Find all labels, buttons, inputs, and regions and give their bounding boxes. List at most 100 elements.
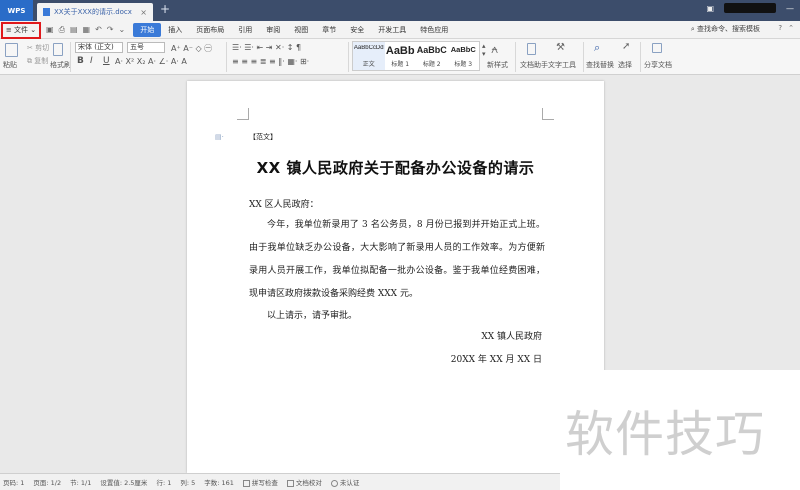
document-addressee: XX 区人民政府： bbox=[249, 200, 319, 210]
cursor-icon[interactable]: ➚ bbox=[622, 41, 630, 52]
paragraph-layout-icon[interactable]: ▤· bbox=[215, 133, 225, 141]
menu-tab-view[interactable]: 视图 bbox=[287, 23, 315, 37]
copy-button[interactable]: ⧉ 复制 bbox=[27, 56, 48, 66]
menu-tab-developer[interactable]: 开发工具 bbox=[371, 23, 413, 37]
cut-label: 剪切 bbox=[35, 44, 50, 52]
find-replace-button[interactable]: 查找替换 bbox=[586, 60, 614, 70]
style-heading-3-name: 标题 3 bbox=[454, 61, 473, 68]
style-heading-3[interactable]: AaBbC 标题 3 bbox=[448, 42, 480, 70]
status-column[interactable]: 列: 5 bbox=[180, 477, 195, 487]
select-button[interactable]: 选择 bbox=[618, 60, 632, 70]
format-painter-button[interactable]: 格式刷 bbox=[50, 60, 71, 70]
certification-status[interactable]: 未认证 bbox=[330, 477, 360, 487]
spell-check-label: 拼写检查 bbox=[251, 479, 278, 487]
ribbon-separator bbox=[70, 42, 71, 72]
menu-tab-insert[interactable]: 插入 bbox=[161, 23, 189, 37]
ribbon-separator bbox=[348, 42, 349, 72]
ribbon-toolbar: 粘贴 ✂ 剪切 ⧉ 复制 格式刷 宋体 (正文) 五号 A⁺ A⁻ ◇ ㊀ B … bbox=[0, 39, 800, 75]
style-normal-sample: AaBbCcDd bbox=[353, 45, 384, 51]
format-painter-icon[interactable] bbox=[53, 43, 63, 56]
export-pdf-icon[interactable]: ▦ bbox=[83, 25, 91, 35]
status-setting-value[interactable]: 设置值: 2.5厘米 bbox=[100, 477, 147, 487]
print-preview-icon[interactable]: ▤ bbox=[70, 25, 78, 35]
doc-check-button[interactable]: 文档校对 bbox=[286, 477, 322, 487]
margin-corner-top-left bbox=[237, 108, 249, 120]
spell-check-button[interactable]: 拼写检查 bbox=[242, 477, 278, 487]
style-heading-1[interactable]: AaBb 标题 1 bbox=[385, 42, 417, 70]
ribbon-separator bbox=[583, 42, 584, 72]
status-section[interactable]: 节: 1/1 bbox=[70, 477, 91, 487]
align-icons[interactable]: ≡ ≡ ≡ ≣ ≡ ‖· ▦· ⊞· bbox=[232, 57, 309, 66]
menu-tab-home[interactable]: 开始 bbox=[133, 22, 162, 37]
document-page[interactable]: ▤· 【范文】 XX 镇人民政府关于配备办公设备的请示 XX 区人民政府： 今年… bbox=[187, 81, 604, 473]
menu-tab-references[interactable]: 引用 bbox=[231, 23, 259, 37]
doc-helper-button[interactable]: 文档助手 bbox=[520, 60, 548, 70]
wrench-icon[interactable]: ⚒ bbox=[556, 42, 565, 53]
italic-button[interactable]: I bbox=[90, 56, 93, 66]
style-heading-2[interactable]: AaBbC 标题 2 bbox=[416, 42, 448, 70]
help-icon[interactable]: ? bbox=[778, 24, 782, 32]
menu-tab-review[interactable]: 审阅 bbox=[259, 23, 287, 37]
status-row[interactable]: 行: 1 bbox=[156, 477, 171, 487]
style-heading-1-sample: AaBb bbox=[385, 45, 415, 57]
status-word-count[interactable]: 字数: 161 bbox=[204, 477, 234, 487]
save-icon[interactable]: ▣ bbox=[46, 25, 54, 35]
doc-check-icon bbox=[286, 479, 294, 487]
dropdown-icon[interactable]: ⌄ bbox=[119, 25, 126, 35]
undo-icon[interactable]: ↶ bbox=[95, 25, 102, 35]
new-style-icon[interactable]: ⍲ bbox=[491, 42, 498, 57]
menu-tab-page-layout[interactable]: 页面布局 bbox=[189, 23, 231, 37]
print-icon[interactable]: ⎙ bbox=[59, 25, 65, 35]
word-doc-icon bbox=[43, 8, 50, 16]
menu-tab-features[interactable]: 特色应用 bbox=[413, 23, 455, 37]
cut-button[interactable]: ✂ 剪切 bbox=[27, 43, 49, 53]
new-tab-icon[interactable]: + bbox=[160, 0, 170, 21]
status-pages[interactable]: 页面: 1/2 bbox=[33, 477, 61, 487]
document-signature: XX 镇人民政府 bbox=[481, 332, 542, 342]
font-grow-icon[interactable]: A⁺ A⁻ ◇ ㊀ bbox=[171, 43, 212, 54]
wps-logo[interactable]: WPS bbox=[0, 0, 33, 21]
redo-icon[interactable]: ↷ bbox=[107, 25, 114, 35]
title-bar: WPS XX关于XXX的请示.docx × + ▣ — bbox=[0, 0, 800, 21]
chevron-up-icon[interactable]: ⌃ bbox=[788, 24, 794, 32]
shield-icon bbox=[330, 479, 338, 487]
window-layout-icon[interactable]: ▣ bbox=[706, 4, 714, 13]
file-menu-button[interactable]: ≡ 文件 ⌄ bbox=[1, 21, 41, 39]
document-tab[interactable]: XX关于XXX的请示.docx × bbox=[37, 3, 153, 21]
paste-icon[interactable] bbox=[5, 43, 18, 57]
underline-button[interactable]: U bbox=[103, 56, 110, 66]
ribbon-separator bbox=[515, 42, 516, 72]
ribbon-separator bbox=[640, 42, 641, 72]
font-family-select[interactable]: 宋体 (正文) bbox=[75, 42, 123, 53]
certification-label: 未认证 bbox=[339, 479, 360, 487]
status-page-number[interactable]: 页码: 1 bbox=[3, 477, 24, 487]
ribbon-separator bbox=[226, 42, 227, 72]
menu-tab-section[interactable]: 章节 bbox=[315, 23, 343, 37]
style-normal[interactable]: AaBbCcDd 正文 bbox=[353, 42, 385, 70]
style-heading-3-sample: AaBbC bbox=[450, 45, 476, 54]
style-heading-2-sample: AaBbC bbox=[416, 45, 447, 55]
menu-right-icons: ? ⌃ bbox=[778, 24, 794, 32]
user-account[interactable] bbox=[724, 3, 776, 13]
share-icon[interactable] bbox=[652, 43, 662, 53]
new-style-button[interactable]: 新样式 bbox=[487, 60, 508, 70]
font-size-select[interactable]: 五号 bbox=[127, 42, 165, 53]
font-effects-icon[interactable]: A· X² X₂ A· ∠· A· A bbox=[115, 57, 187, 66]
share-doc-button[interactable]: 分享文档 bbox=[644, 60, 672, 70]
search-icon: ⌕ bbox=[690, 25, 695, 33]
doc-helper-icon[interactable] bbox=[527, 43, 536, 55]
bold-button[interactable]: B bbox=[77, 56, 84, 66]
find-icon[interactable]: ⌕ bbox=[594, 41, 600, 55]
paste-button[interactable]: 粘贴 bbox=[3, 60, 17, 70]
command-search[interactable]: ⌕ 查找命令、搜索模板 bbox=[691, 24, 760, 34]
spell-check-icon bbox=[242, 479, 250, 487]
text-tools-button[interactable]: 文字工具 bbox=[548, 60, 576, 70]
document-body-paragraph: 今年，我单位新录用了 3 名公务员，8 月份已报到并开始正式上班。由于我单位缺乏… bbox=[249, 220, 545, 299]
list-icons[interactable]: ☰· ☰· ⇤ ⇥ ✕· ↕ ¶ bbox=[232, 43, 301, 52]
styles-scroll-icon[interactable]: ▴ ▾ bbox=[482, 42, 486, 58]
margin-corner-top-right bbox=[542, 108, 554, 120]
tab-close-icon[interactable]: × bbox=[140, 8, 147, 17]
menu-tab-security[interactable]: 安全 bbox=[343, 23, 371, 37]
minimize-icon[interactable]: — bbox=[786, 4, 794, 13]
command-search-label: 查找命令、搜索模板 bbox=[697, 25, 760, 33]
